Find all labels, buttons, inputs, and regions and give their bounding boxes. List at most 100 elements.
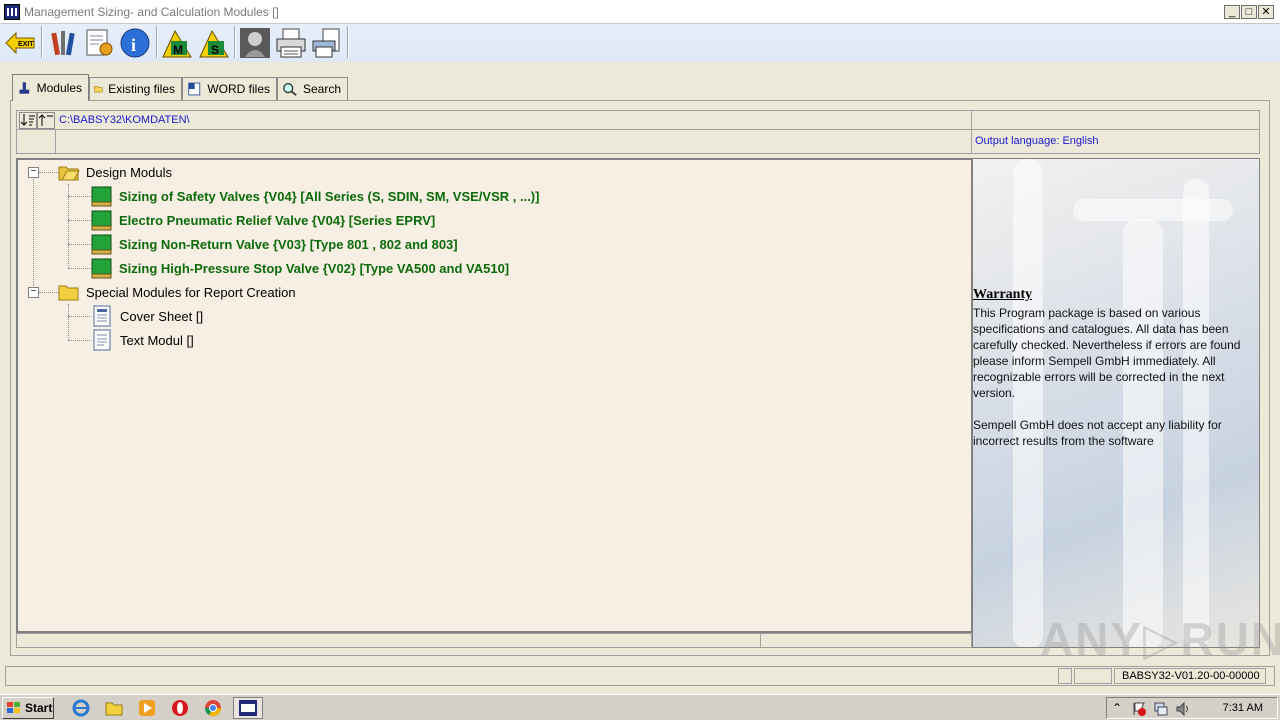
tree-group-design-moduls[interactable]: Design Moduls [58, 162, 172, 182]
tree-label: Design Moduls [86, 164, 172, 180]
tree-connector [68, 220, 90, 221]
divider [760, 634, 761, 647]
tab-modules[interactable]: Modules [12, 74, 89, 101]
svg-text:S: S [211, 43, 219, 57]
tab-existing-files[interactable]: Existing files [89, 77, 182, 100]
tree-label: Electro Pneumatic Relief Valve {V04} [Se… [119, 212, 436, 228]
warranty-title: Warranty [973, 287, 1033, 302]
module-s-icon: S [199, 29, 229, 58]
module-icon [91, 258, 112, 279]
security-flag-icon[interactable] [1131, 701, 1147, 717]
search-icon [283, 83, 297, 96]
tree-connector [68, 244, 90, 245]
path-label: C:\BABSY32\KOMDATEN\ [59, 114, 190, 126]
portrait-button[interactable] [238, 26, 272, 60]
tree-group-special-modules[interactable]: Special Modules for Report Creation [58, 282, 296, 302]
maximize-button[interactable]: □ [1241, 5, 1257, 19]
opera-icon[interactable] [171, 699, 189, 717]
portrait-icon [240, 28, 270, 58]
show-hidden-icons-button[interactable]: ⌃ [1112, 701, 1122, 715]
edit-settings-button[interactable] [82, 26, 116, 60]
exit-button[interactable]: EXIT [3, 26, 37, 60]
tree-label: Sizing High-Pressure Stop Valve {V02} [T… [119, 260, 510, 276]
warranty-text: This Program package is based on various… [973, 305, 1259, 465]
print-setup-icon [312, 28, 340, 58]
module-m-icon: M [162, 29, 192, 58]
file-explorer-icon[interactable] [105, 699, 123, 717]
tree-label: Text Modul [] [120, 332, 194, 348]
toolbar-separator [41, 26, 43, 58]
print-icon [276, 28, 306, 58]
edit-settings-icon [86, 29, 113, 56]
start-label: Start [25, 701, 53, 715]
chrome-icon[interactable] [204, 699, 222, 717]
status-cell [1058, 668, 1072, 684]
tree-item-epr-valve[interactable]: Electro Pneumatic Relief Valve {V04} [Se… [91, 209, 435, 231]
start-button[interactable]: Start [2, 697, 54, 719]
print-button[interactable] [274, 26, 308, 60]
info-panel: Warranty This Program package is based o… [972, 158, 1260, 648]
clock[interactable]: 7:31 AM [1223, 702, 1263, 714]
tree-connector [68, 316, 90, 317]
tree-item-cover-sheet[interactable]: Cover Sheet [] [92, 305, 203, 327]
tree-label: Sizing of Safety Valves {V04} [All Serie… [119, 188, 540, 204]
info-button[interactable]: i [118, 26, 152, 60]
collapse-toggle[interactable]: − [28, 167, 39, 178]
sort-ascending-icon [38, 114, 53, 126]
open-folder-icon [94, 86, 103, 93]
module-icon [91, 234, 112, 255]
collapse-toggle[interactable]: − [28, 287, 39, 298]
tab-label: Modules [36, 81, 82, 95]
module-m-button[interactable]: M [160, 26, 194, 60]
sort-descending-icon [20, 114, 35, 126]
folder-icon [58, 285, 79, 301]
toolbar-separator [156, 26, 158, 58]
tree-connector [68, 268, 90, 269]
tree-connector [33, 174, 34, 294]
module-s-button[interactable]: S [197, 26, 231, 60]
tab-label: WORD files [207, 82, 270, 96]
tree-label: Sizing Non-Return Valve {V03} [Type 801 … [119, 236, 458, 252]
tree-connector [68, 304, 69, 340]
close-button[interactable]: ✕ [1258, 5, 1274, 19]
tree-connector [39, 172, 59, 173]
taskbar: Start ⌃ 7:31 AM [0, 694, 1280, 720]
valve-icon [19, 82, 30, 94]
tree-item-text-modul[interactable]: Text Modul [] [92, 329, 194, 351]
media-player-icon[interactable] [138, 699, 156, 717]
tree-item-safety-valves[interactable]: Sizing of Safety Valves {V04} [All Serie… [91, 185, 539, 207]
app-icon [239, 700, 257, 716]
document-icon [93, 329, 111, 351]
tools-button[interactable] [46, 26, 80, 60]
tree-connector [39, 292, 59, 293]
tab-label: Existing files [108, 82, 175, 96]
tree-status-bar [16, 633, 972, 648]
toolbar-separator [234, 26, 236, 58]
app-icon [4, 4, 20, 20]
status-cell [1074, 668, 1112, 684]
title-bar: Management Sizing- and Calculation Modul… [0, 0, 1280, 24]
minimize-button[interactable]: _ [1224, 5, 1240, 19]
divider [55, 130, 56, 153]
version-label: BABSY32-V01.20-00-00000 [1122, 670, 1260, 682]
print-setup-button[interactable] [310, 26, 344, 60]
network-icon[interactable] [1153, 701, 1169, 717]
sort-descending-button[interactable] [19, 112, 37, 129]
module-tree[interactable]: − Design Moduls Sizing of Safety Valves … [16, 158, 972, 633]
status-bar: BABSY32-V01.20-00-00000 [5, 666, 1275, 686]
word-document-icon [188, 82, 201, 96]
toolbar-separator [347, 26, 349, 58]
tree-item-stop-valve[interactable]: Sizing High-Pressure Stop Valve {V02} [T… [91, 257, 509, 279]
module-icon [91, 210, 112, 231]
tree-connector [68, 340, 90, 341]
sort-ascending-button[interactable] [37, 112, 55, 129]
tree-label: Cover Sheet [] [120, 308, 204, 324]
tree-item-non-return-valve[interactable]: Sizing Non-Return Valve {V03} [Type 801 … [91, 233, 458, 255]
open-folder-icon [58, 166, 80, 181]
tree-label: Special Modules for Report Creation [86, 284, 296, 300]
tab-search[interactable]: Search [277, 77, 348, 100]
tab-word-files[interactable]: WORD files [182, 77, 277, 100]
taskbar-app-babsy[interactable] [233, 697, 263, 719]
volume-icon[interactable] [1175, 701, 1191, 717]
internet-explorer-icon[interactable] [72, 699, 90, 717]
